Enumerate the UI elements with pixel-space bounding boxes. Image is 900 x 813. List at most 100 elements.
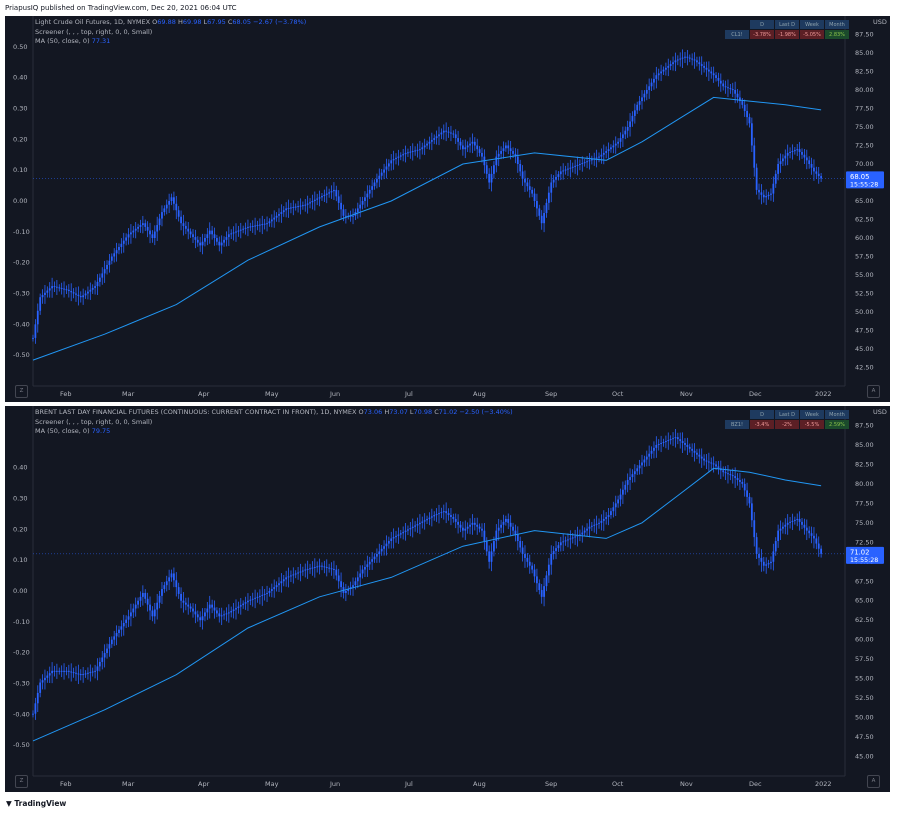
candle-body [342,209,345,216]
candle-body [547,192,550,203]
candle-body [729,88,732,90]
candle-body [762,561,765,566]
candle-body [610,147,612,150]
left-axis-tick-label: -0.40 [13,710,30,718]
candle-body [545,202,548,214]
candle-body [598,522,600,524]
candle-body [476,524,479,527]
candle-body [526,557,529,562]
candle-body [612,145,615,148]
right-axis-tick-label: 42.50 [855,364,874,372]
x-axis-tick-label: Apr [198,390,210,398]
timezone-button[interactable]: Z [15,385,28,398]
left-axis-tick-label: -0.30 [13,290,30,298]
candle-body [750,503,753,521]
candle-body [223,614,225,616]
candle-body [440,132,443,135]
candle-body [550,554,553,565]
candle-body [777,164,780,174]
candle-body [815,538,818,544]
candle-body [567,539,569,541]
candle-body [590,159,593,161]
candle-body [34,703,37,714]
candle-body [120,243,123,247]
candle-body [774,173,777,184]
candle-body [325,566,328,568]
candle-body [337,575,340,582]
candle-body [130,232,132,235]
candle-body [321,565,323,567]
candle-body [545,575,548,587]
candle-body [820,548,823,554]
candle-body [576,164,579,166]
screener-value-lastd: -1.98% [775,30,799,39]
tradingview-logo[interactable]: ▼ TradingView [6,795,66,813]
candle-body [134,604,137,609]
candle-body [473,141,476,146]
candle-body [466,526,469,529]
candle-body [60,670,63,672]
legend-ma-value: 79.75 [91,427,111,435]
candle-body [51,670,54,674]
legend-ma-line[interactable]: MA (50, close, 0) 79.75 [35,427,513,437]
candle-body [268,221,271,224]
chart-canvas[interactable]: 87.5085.0082.5080.0077.5075.0072.5070.00… [5,16,890,402]
candle-body [366,564,369,567]
left-axis-tick-label: 0.20 [13,525,27,533]
candle-body [736,93,739,98]
candle-body [404,152,407,155]
candle-body [292,574,295,576]
candle-body [447,513,450,516]
candle-body [206,234,209,238]
chart-pane-crude-oil[interactable]: 87.50 85.00 82.50 80.00 77.50 75.00 72.50 70.00… [5,16,890,402]
candle-body [173,573,175,581]
candle-body [60,287,63,289]
candle-body [786,152,789,156]
legend-ma-line[interactable]: MA (50, close, 0) 77.31 [35,37,306,47]
candle-body [650,450,653,454]
x-axis-tick-label: Mar [122,780,135,788]
candle-body [643,459,646,463]
legend-change: −2.50 (−3.40%) [459,408,513,416]
candle-body [777,530,780,542]
candle-body [132,230,135,233]
chart-canvas[interactable]: 87.5085.0082.5080.0077.5075.0072.5070.00… [5,406,890,792]
chart-pane-brent[interactable]: 87.5085.0082.5080.0077.5075.0072.5070.00… [5,406,890,792]
candle-body [294,206,297,208]
candle-body [385,543,388,547]
candle-body [727,473,729,475]
candle-body [559,542,562,546]
candle-body [220,615,223,617]
candle-body [430,139,433,142]
candle-body [115,633,118,637]
candle-body [731,475,734,477]
candle-body [196,614,199,618]
right-axis-tick-label: 65.00 [855,597,874,605]
legend-screener-line[interactable]: Screener (, , , top, right, 0, 0, Small) [35,418,513,428]
candle-body [674,437,677,439]
candle-body [270,589,273,591]
candle-body [39,297,42,311]
candle-body [452,133,455,135]
candle-body [316,198,319,200]
candle-body [636,468,639,472]
countdown-timer: 15:55:28 [850,557,878,564]
legend-screener-line[interactable]: Screener (, , , top, right, 0, 0, Small) [35,28,306,38]
candle-body [41,680,44,683]
candle-body [285,208,288,211]
timezone-button[interactable]: Z [15,775,28,788]
candle-body [528,186,531,190]
candle-body [684,443,686,445]
candle-body [36,692,39,704]
candle-body [669,439,672,441]
candle-body [287,576,290,578]
auto-scale-button[interactable]: A [867,775,880,788]
candle-body [168,201,171,205]
candle-body [813,535,815,539]
candle-body [122,622,125,627]
candle-body [612,507,615,512]
candle-body [543,586,545,597]
auto-scale-button[interactable]: A [867,385,880,398]
candle-body [464,147,467,150]
right-axis-tick-label: 52.50 [855,694,874,702]
